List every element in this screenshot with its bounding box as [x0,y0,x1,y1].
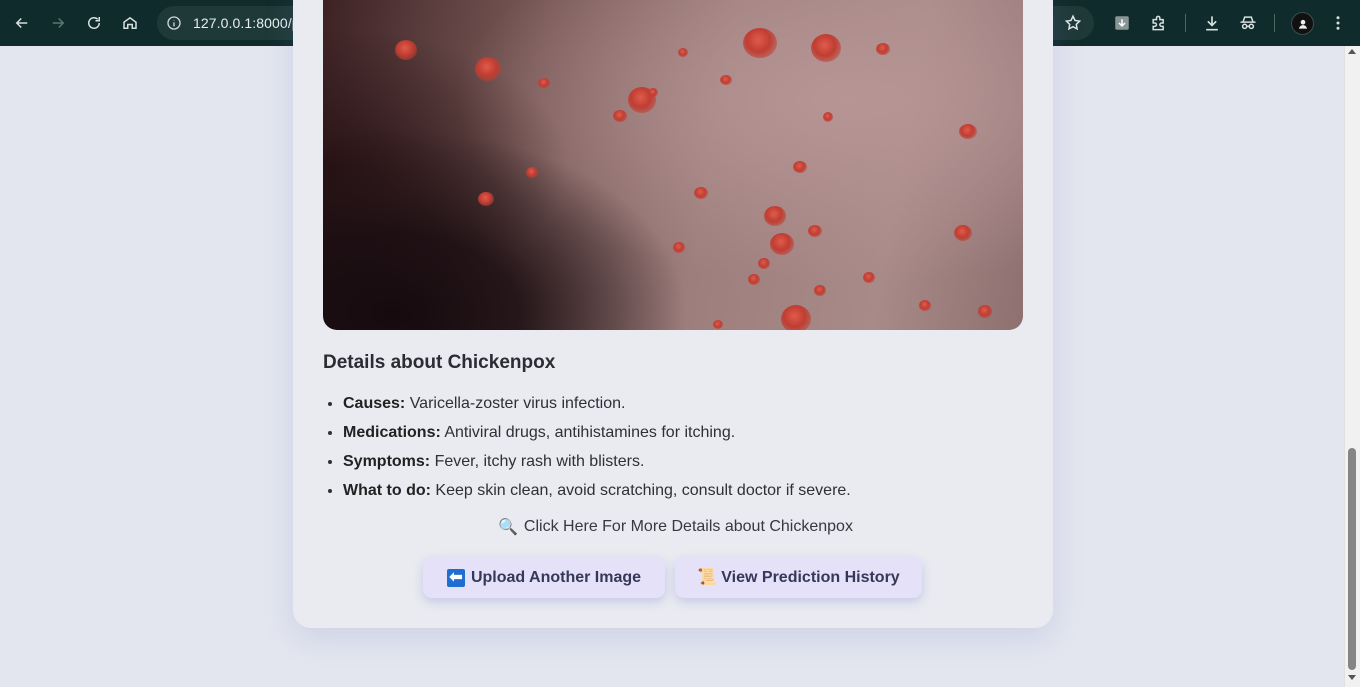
list-item-medications: Medications: Antiviral drugs, antihistam… [343,423,851,452]
uploaded-skin-image [323,0,1023,330]
fact-label: Medications: [343,424,441,441]
list-item-what-to-do: What to do: Keep skin clean, avoid scrat… [343,481,851,510]
fact-label: What to do: [343,482,431,499]
incognito-icon[interactable] [1236,11,1260,35]
scroll-icon: 📜 [697,568,718,586]
list-item-symptoms: Symptoms: Fever, itchy rash with blister… [343,452,851,481]
forward-icon[interactable] [40,5,76,41]
fact-text: Keep skin clean, avoid scratching, consu… [430,482,851,499]
site-info-icon[interactable] [165,14,183,32]
more-details-text: Click Here For More Details about Chicke… [523,518,853,535]
menu-dots-icon[interactable] [1326,11,1350,35]
downloads-icon[interactable] [1200,11,1224,35]
fact-text: Fever, itchy rash with blisters. [430,453,645,470]
extension-download-icon[interactable] [1110,11,1134,35]
details-title: Details about Chickenpox [323,352,556,373]
prediction-result-card: Details about Chickenpox Causes: Varicel… [293,0,1053,628]
history-button-label: View Prediction History [721,568,900,586]
extensions-puzzle-icon[interactable] [1147,11,1171,35]
fact-label: Symptoms: [343,453,431,470]
toolbar-divider [1274,14,1275,32]
bookmark-star-icon[interactable] [1064,14,1082,32]
reload-icon[interactable] [76,5,112,41]
upload-another-image-button[interactable]: ⬅ Upload Another Image [423,557,665,598]
toolbar-divider [1185,14,1186,32]
list-item-causes: Causes: Varicella-zoster virus infection… [343,394,851,423]
scroll-down-icon[interactable] [1348,675,1356,680]
profile-avatar-icon[interactable] [1291,12,1314,35]
back-arrow-icon: ⬅ [446,568,465,587]
magnifier-icon: 🔍 [498,519,518,536]
home-icon[interactable] [112,5,148,41]
more-details-link[interactable]: 🔍 Click Here For More Details about Chic… [498,517,853,537]
view-prediction-history-button[interactable]: 📜 View Prediction History [675,557,922,598]
details-list: Causes: Varicella-zoster virus infection… [323,394,851,510]
page-scrollbar[interactable] [1344,46,1360,687]
fact-text: Varicella-zoster virus infection. [405,395,626,412]
back-icon[interactable] [4,5,40,41]
fact-text: Antiviral drugs, antihistamines for itch… [440,424,736,441]
upload-button-label: Upload Another Image [470,568,642,586]
scroll-thumb[interactable] [1348,448,1356,670]
fact-label: Causes: [343,395,406,412]
scroll-up-icon[interactable] [1348,49,1356,54]
